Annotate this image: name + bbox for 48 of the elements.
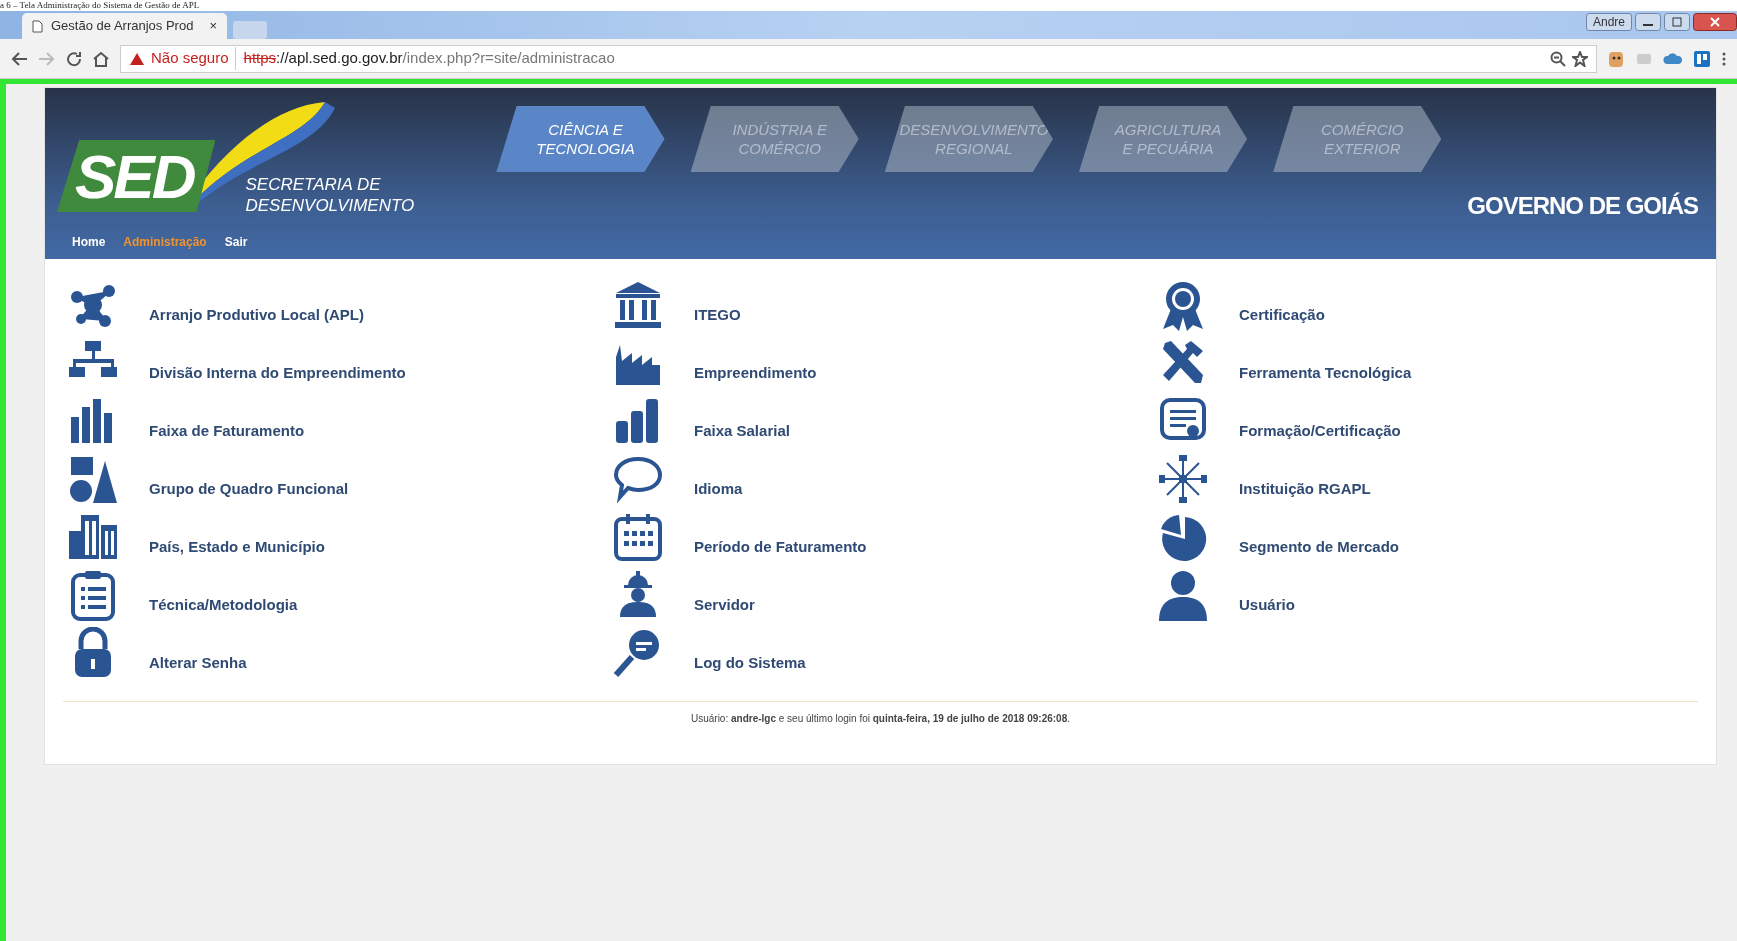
network-icon[interactable] bbox=[1157, 453, 1209, 505]
browser-tab[interactable]: Gestão de Arranjos Prod × bbox=[22, 13, 227, 39]
home-icon[interactable] bbox=[92, 50, 110, 67]
admin-link[interactable]: Alterar Senha bbox=[149, 651, 247, 675]
admin-link[interactable]: Grupo de Quadro Funcional bbox=[149, 477, 349, 501]
admin-link[interactable]: Segmento de Mercado bbox=[1239, 535, 1400, 559]
bank-icon[interactable] bbox=[612, 279, 664, 331]
menu-icon[interactable] bbox=[1721, 50, 1727, 67]
last-login-text: Usuário: andre-lgc e seu último login foi quinta-feira, 19 de julho de 2018 09:26:08. bbox=[690, 713, 1071, 724]
admin-link[interactable]: Log do Sistema bbox=[694, 651, 806, 675]
admin-link[interactable]: Faixa de Faturamento bbox=[149, 419, 305, 443]
profile-button[interactable]: Andre bbox=[1585, 13, 1632, 31]
government-logo-text: GOVERNO DE GOIÁS bbox=[1467, 190, 1699, 221]
admin-link[interactable]: Divisão Interna do Empreendimento bbox=[149, 361, 406, 385]
board-icon[interactable] bbox=[1693, 49, 1711, 68]
address-field[interactable]: Não seguro https://apl.sed.go.gov.br/index.php?r=site/administracao bbox=[120, 44, 1597, 73]
admin-link[interactable]: Período de Faturamento bbox=[694, 535, 867, 559]
menu-link[interactable]: Sair bbox=[224, 233, 248, 251]
admin-link[interactable]: Formação/Certificação bbox=[1239, 419, 1401, 443]
bookmark-star-icon[interactable] bbox=[1572, 50, 1588, 67]
admin-link[interactable]: Técnica/Metodologia bbox=[149, 593, 298, 617]
admin-link[interactable]: Servidor bbox=[694, 593, 755, 617]
logo-subtitle: DESENVOLVIMENTO bbox=[245, 195, 415, 216]
extension-icon[interactable] bbox=[1607, 49, 1625, 68]
caption: a 6 – Tela Administração do Sistema de Gestão de APL bbox=[0, 0, 200, 10]
menu-link[interactable]: Home bbox=[72, 233, 106, 251]
admin-link[interactable]: Usuário bbox=[1239, 593, 1295, 617]
page-icon bbox=[32, 19, 43, 33]
calendar-icon[interactable] bbox=[612, 511, 664, 563]
sector-tab[interactable]: CIÊNCIA E TECNOLOGIA bbox=[496, 106, 665, 172]
logo-subtitle: SECRETARIA DE bbox=[245, 174, 382, 195]
back-icon[interactable] bbox=[10, 50, 28, 67]
close-icon[interactable] bbox=[1693, 13, 1737, 31]
admin-link[interactable]: Arranjo Produtivo Local (APL) bbox=[149, 303, 364, 327]
minimize-icon[interactable] bbox=[1635, 13, 1661, 31]
logo-text: SED bbox=[57, 140, 216, 212]
admin-link[interactable]: ITEGO bbox=[694, 303, 741, 327]
admin-link[interactable]: País, Estado e Município bbox=[149, 535, 325, 559]
admin-link[interactable]: Empreendimento bbox=[694, 361, 817, 385]
reload-icon[interactable] bbox=[66, 50, 82, 67]
admin-link[interactable]: Ferramenta Tecnológica bbox=[1239, 361, 1412, 385]
zoom-icon[interactable] bbox=[1550, 50, 1566, 67]
admin-link[interactable]: Faixa Salarial bbox=[694, 419, 790, 443]
admin-link[interactable]: Instituição RGAPL bbox=[1239, 477, 1371, 501]
admin-link[interactable]: Idioma bbox=[694, 477, 743, 501]
user-icon[interactable] bbox=[1157, 569, 1209, 621]
warning-icon bbox=[129, 51, 145, 66]
admin-link[interactable]: Certificação bbox=[1239, 303, 1325, 327]
